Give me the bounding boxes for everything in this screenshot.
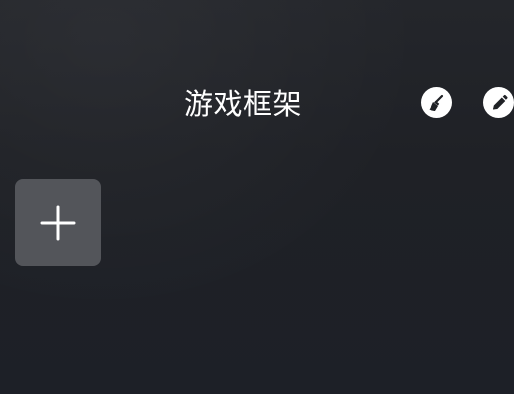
game-framework-screen: 游戏框架 [0, 0, 514, 394]
page-title: 游戏框架 [184, 87, 303, 121]
edit-button[interactable] [483, 87, 514, 118]
broom-icon [429, 94, 443, 111]
clean-button[interactable] [421, 87, 452, 118]
pencil-icon [492, 94, 508, 109]
plus-icon [40, 205, 76, 240]
add-button[interactable] [15, 179, 101, 266]
